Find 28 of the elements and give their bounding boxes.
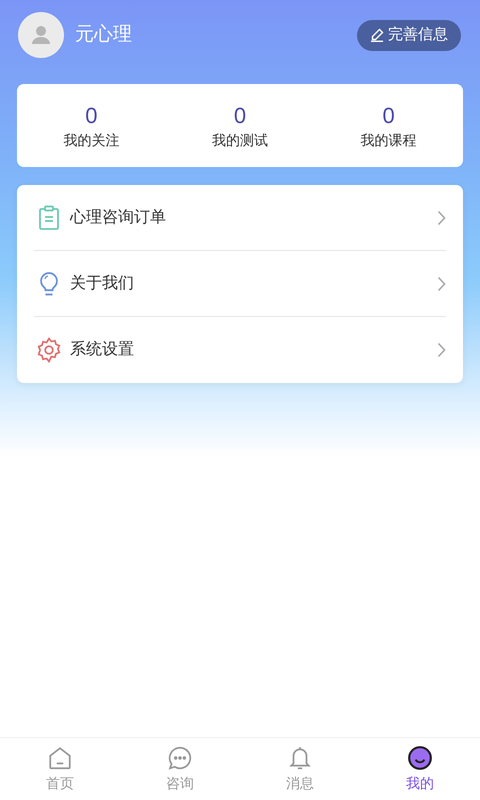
avatar[interactable] [18, 12, 64, 58]
chevron-right-icon [437, 342, 446, 358]
menu-label: 心理咨询订单 [70, 208, 167, 228]
stat-label[interactable]: 我的课程 [360, 130, 417, 150]
clipboard-icon [38, 204, 60, 230]
bell-icon [287, 744, 313, 770]
light-bulb-icon [38, 270, 60, 296]
menu-item[interactable]: 系统设置 [34, 317, 446, 383]
chevron-right-icon [437, 210, 446, 226]
person-icon [31, 25, 51, 45]
chat-icon [167, 744, 193, 770]
stat-count: 0 [85, 103, 98, 129]
menu-label: 关于我们 [70, 274, 135, 294]
menu-item[interactable]: 关于我们 [34, 251, 446, 317]
menu-item[interactable]: 心理咨询订单 [34, 185, 446, 251]
tab[interactable]: 我的 [360, 738, 480, 800]
pencil-icon [370, 28, 384, 42]
menu-label: 系统设置 [70, 340, 135, 360]
stat-count: 0 [382, 103, 395, 129]
smiley-icon [407, 744, 433, 770]
edit-profile-button[interactable]: 完善信息 [357, 20, 461, 50]
settings-icon [36, 337, 62, 363]
stat-label[interactable]: 我的关注 [63, 130, 120, 150]
stat-count: 0 [234, 103, 246, 129]
chevron-right-icon [437, 276, 446, 292]
stat-label[interactable]: 我的测试 [212, 130, 268, 150]
home-icon [47, 744, 73, 770]
user-name: 元心理 [75, 22, 132, 47]
